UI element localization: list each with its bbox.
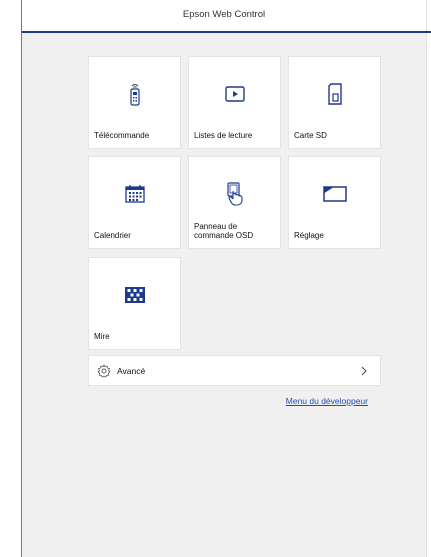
advanced-label: Avancé — [117, 366, 146, 376]
developer-menu-link[interactable]: Menu du développeur — [286, 396, 368, 406]
tile-label: Calendrier — [94, 230, 131, 240]
tile-osd-control-panel[interactable]: Panneau de commande OSD — [188, 156, 281, 249]
tile-playlists[interactable]: Listes de lecture — [188, 56, 281, 149]
right-edge-line — [426, 0, 427, 557]
page-title: Epson Web Control — [182, 9, 266, 20]
remote-control-icon — [89, 82, 180, 106]
main-content: Télécommande Listes de lecture Carte SD — [22, 33, 426, 557]
play-icon — [189, 82, 280, 106]
tile-label: Panneau de commande OSD — [194, 222, 254, 240]
tile-remote-control[interactable]: Télécommande — [88, 56, 181, 149]
tile-test-pattern[interactable]: Mire — [88, 257, 181, 350]
tile-calendar[interactable]: Calendrier — [88, 156, 181, 249]
sd-card-icon — [289, 82, 380, 106]
gear-icon — [97, 364, 111, 378]
tile-label: Carte SD — [294, 130, 327, 140]
calendar-icon — [89, 182, 180, 206]
advanced-button[interactable]: Avancé — [88, 355, 381, 386]
tile-label: Listes de lecture — [194, 130, 253, 140]
tile-label: Télécommande — [94, 130, 150, 140]
test-pattern-icon — [89, 283, 180, 307]
screen-icon — [289, 182, 380, 206]
tile-label: Mire — [94, 331, 110, 341]
page-header: Epson Web Control — [22, 0, 426, 32]
touch-hand-icon — [189, 182, 280, 206]
tile-label: Réglage — [294, 230, 324, 240]
tile-sd-card[interactable]: Carte SD — [288, 56, 381, 149]
chevron-right-icon — [361, 366, 367, 376]
tile-settings[interactable]: Réglage — [288, 156, 381, 249]
